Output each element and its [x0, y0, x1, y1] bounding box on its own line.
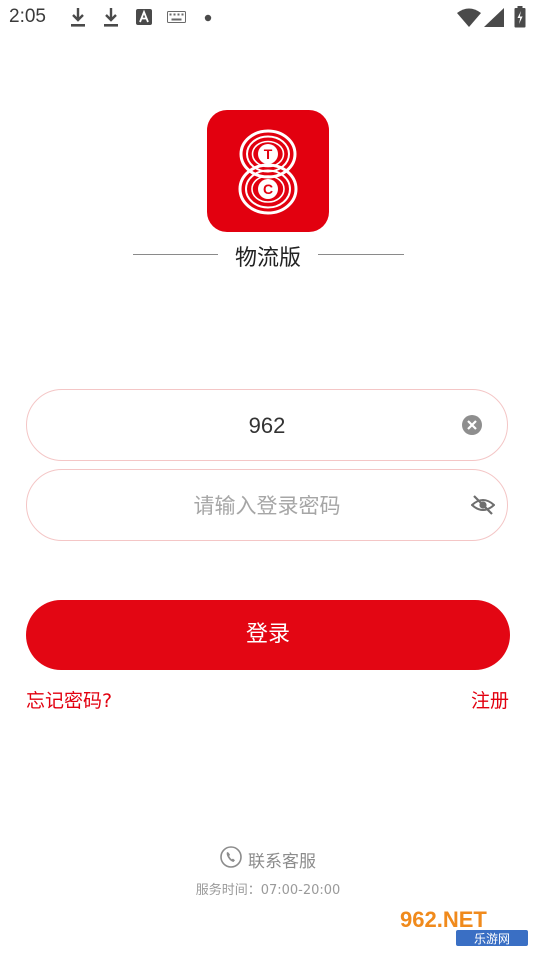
text-a-icon — [136, 9, 152, 25]
customer-service-label[interactable]: 联系客服 — [248, 847, 316, 872]
login-screen: 2:05 T C 物流版 962 请输入登录密码 登录 忘记密码? 注册 联系客… — [0, 0, 536, 954]
download-icon — [103, 7, 119, 29]
status-time: 2:05 — [9, 6, 46, 27]
wifi-icon — [457, 8, 481, 27]
download-icon — [70, 7, 86, 29]
divider-left — [133, 254, 218, 255]
login-button[interactable]: 登录 — [26, 600, 510, 670]
phone-input-value[interactable]: 962 — [87, 390, 447, 462]
dot-icon — [204, 14, 212, 22]
password-placeholder[interactable]: 请输入登录密码 — [87, 470, 447, 542]
app-logo: T C — [207, 110, 329, 232]
battery-charging-icon — [514, 6, 526, 28]
eye-off-icon[interactable] — [471, 494, 495, 516]
status-bar: 2:05 — [0, 0, 536, 36]
phone-field[interactable]: 962 — [26, 389, 508, 461]
logo-letter-c: C — [263, 181, 273, 197]
phone-icon — [220, 846, 242, 872]
service-hours: 服务时间：07:00-20:00 — [195, 883, 341, 898]
keyboard-icon — [167, 11, 186, 23]
forgot-password-link[interactable]: 忘记密码? — [26, 686, 112, 713]
customer-service[interactable]: 联系客服 — [0, 846, 536, 872]
brand-subtitle: 物流版 — [234, 246, 301, 271]
watermark-top-text: 962.NET — [400, 907, 487, 932]
password-field[interactable]: 请输入登录密码 — [26, 469, 508, 541]
customer-service-inner[interactable]: 联系客服 — [220, 846, 316, 872]
signal-icon — [484, 8, 504, 27]
logo-letter-t: T — [264, 146, 273, 162]
watermark-bottom-text: 乐游网 — [474, 932, 510, 946]
divider-right — [318, 254, 404, 255]
brand-subtitle-row: 物流版 — [0, 240, 536, 272]
site-watermark: 962.NET 乐游网 — [396, 904, 530, 948]
clear-circle-icon[interactable] — [461, 414, 483, 436]
register-link[interactable]: 注册 — [471, 686, 509, 713]
